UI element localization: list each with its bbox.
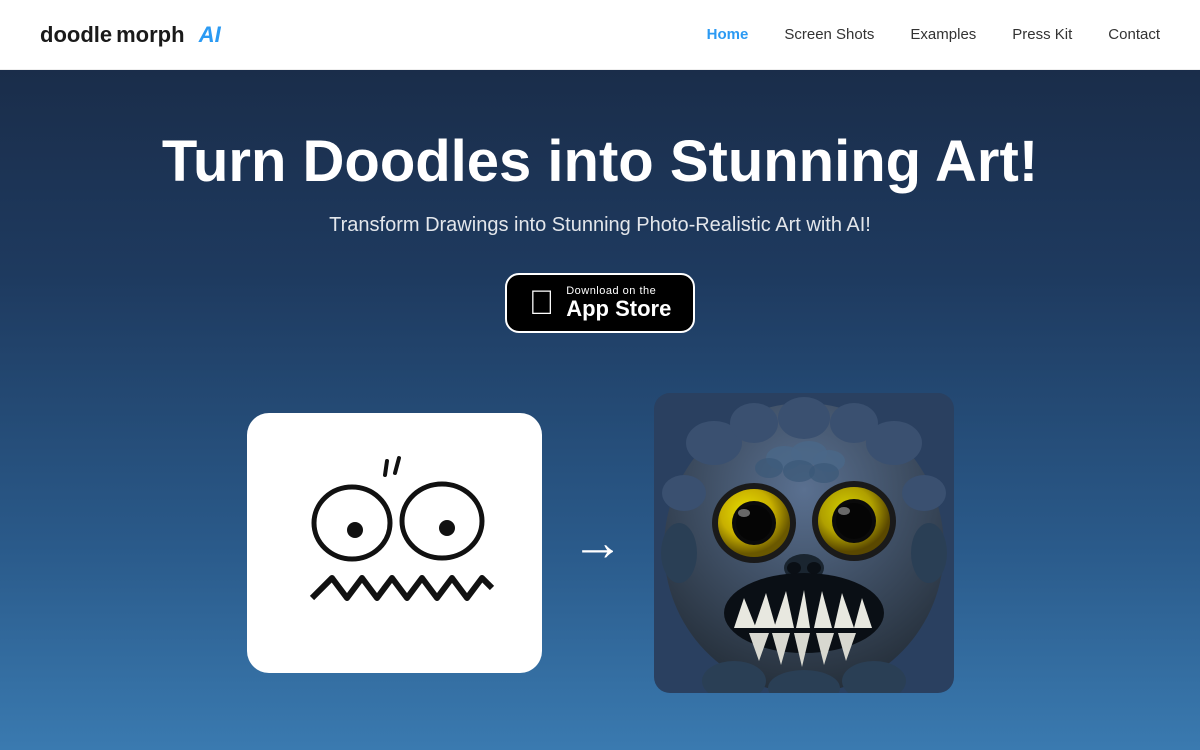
nav-contact[interactable]: Contact (1108, 26, 1160, 43)
nav-links: Home Screen Shots Examples Press Kit Con… (707, 26, 1160, 43)
appstore-big-label: App Store (566, 297, 671, 321)
nav-presskit[interactable]: Press Kit (1012, 26, 1072, 43)
navbar: doodlemorph AI Home Screen Shots Example… (0, 0, 1200, 70)
logo-ai-text: AI (199, 22, 221, 48)
monster-card (654, 393, 954, 693)
nav-examples[interactable]: Examples (910, 26, 976, 43)
doodle-card (247, 413, 542, 673)
appstore-button[interactable]:  Download on the App Store (505, 273, 696, 333)
appstore-small-label: Download on the (566, 285, 656, 297)
logo[interactable]: doodlemorph AI (40, 22, 221, 48)
apple-icon:  (529, 286, 555, 320)
appstore-text: Download on the App Store (566, 285, 671, 321)
comparison-images: → (0, 393, 1200, 693)
nav-home[interactable]: Home (707, 26, 749, 43)
nav-screenshots[interactable]: Screen Shots (784, 26, 874, 43)
hero-section: Turn Doodles into Stunning Art! Transfor… (0, 70, 1200, 750)
hero-title: Turn Doodles into Stunning Art! (162, 130, 1038, 194)
logo-doodle-text: doodle (40, 22, 112, 48)
hero-subtitle: Transform Drawings into Stunning Photo-R… (329, 214, 871, 237)
doodle-drawing (247, 413, 542, 673)
monster-drawing (654, 393, 954, 693)
arrow-icon: → (572, 517, 624, 569)
logo-morph-text: morph (116, 22, 184, 48)
